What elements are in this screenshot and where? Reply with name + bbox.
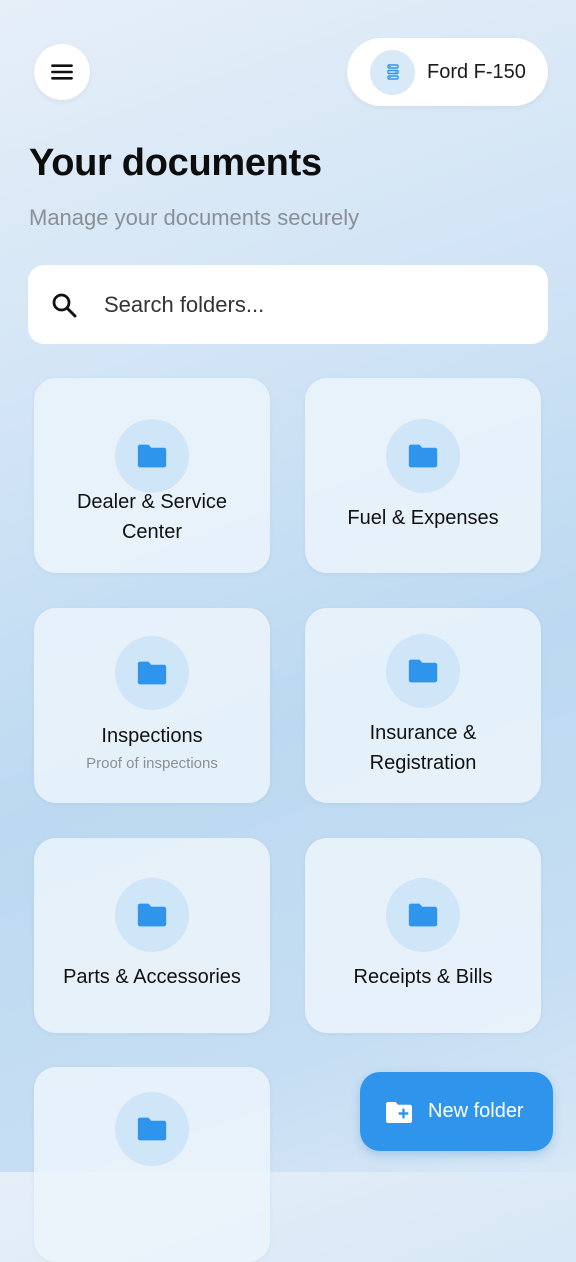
search-input[interactable] <box>102 290 506 319</box>
folder-label: Insurance & Registration <box>315 718 531 778</box>
folder-card-insurance-registration[interactable]: Insurance & Registration <box>305 608 541 803</box>
new-folder-button[interactable]: New folder <box>360 1072 553 1151</box>
folder-label-line: Receipts & Bills <box>353 966 493 988</box>
folder-label: Parts & Accessories <box>44 962 260 992</box>
folder-icon <box>137 444 167 468</box>
folder-label: Fuel & Expenses <box>315 503 531 533</box>
folder-label-line: Fuel & Expenses <box>347 507 499 529</box>
folder-icon-circle <box>386 419 460 493</box>
folder-card-dealer-service-center[interactable]: Dealer & Service Center <box>34 378 270 573</box>
folder-card-inspections[interactable]: Inspections Proof of inspections <box>34 608 270 803</box>
folder-icon-circle <box>386 634 460 708</box>
folder-label: Dealer & Service Center <box>44 487 260 547</box>
hamburger-menu-icon <box>51 64 73 80</box>
folder-icon <box>408 903 438 927</box>
folder-label: Receipts & Bills <box>315 962 531 992</box>
page-subtitle: Manage your documents securely <box>29 205 360 230</box>
folder-icon <box>137 661 167 685</box>
vehicle-name: Ford F-150 <box>427 60 526 83</box>
folder-icon-circle <box>115 878 189 952</box>
folder-label: Inspections <box>44 721 260 751</box>
vehicle-info-icon <box>370 49 415 95</box>
folder-icon-circle <box>115 636 189 710</box>
folder-icon <box>408 444 438 468</box>
page-title: Your documents <box>29 142 322 184</box>
new-folder-label: New folder <box>428 1100 524 1122</box>
folder-icon <box>137 903 167 927</box>
folder-icon <box>137 1117 167 1141</box>
folder-card-parts-accessories[interactable]: Parts & Accessories <box>34 838 270 1033</box>
search-bar[interactable] <box>28 265 548 344</box>
vehicle-selector[interactable]: Ford F-150 <box>347 38 548 106</box>
folder-label-line: Parts & Accessories <box>63 966 241 988</box>
folder-label-line: Center <box>121 521 183 543</box>
new-folder-icon <box>386 1101 412 1123</box>
search-icon <box>52 293 77 317</box>
folder-card-fuel-expenses[interactable]: Fuel & Expenses <box>305 378 541 573</box>
folder-label-line: Dealer & Service <box>76 491 228 513</box>
folder-card-receipts-bills[interactable]: Receipts & Bills <box>305 838 541 1033</box>
folder-icon-circle <box>386 878 460 952</box>
folder-label-line: Insurance & <box>369 722 477 744</box>
folder-icon-circle <box>115 1092 189 1166</box>
folder-icon <box>408 659 438 683</box>
folder-label-line: Inspections <box>101 725 203 747</box>
folder-card[interactable] <box>34 1067 270 1262</box>
folder-subtitle: Proof of inspections <box>86 755 218 772</box>
menu-button[interactable] <box>34 44 90 100</box>
folder-icon-circle <box>115 419 189 493</box>
folder-label-line: Registration <box>369 752 477 774</box>
